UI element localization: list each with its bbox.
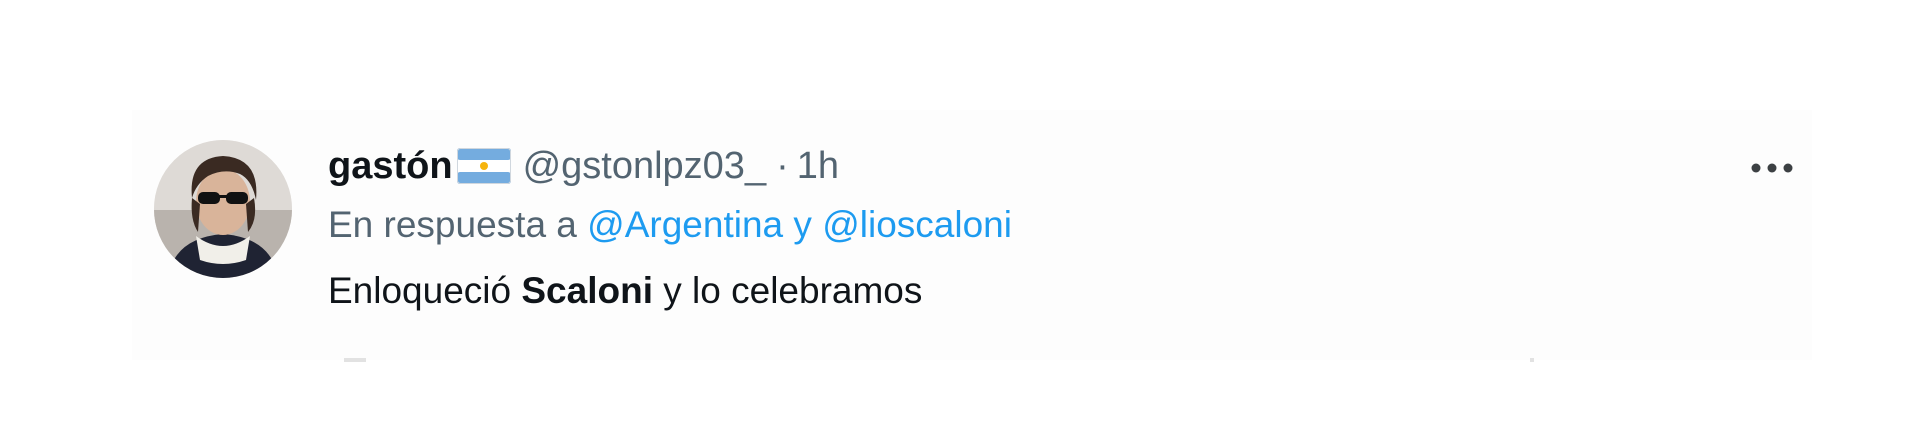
reply-prefix: En respuesta a bbox=[328, 204, 577, 245]
avatar[interactable] bbox=[154, 140, 292, 278]
display-name[interactable]: gastón bbox=[328, 145, 453, 188]
more-options-button[interactable] bbox=[1744, 150, 1800, 186]
divider-mark-right bbox=[1530, 358, 1534, 362]
tweet-header: gastón @gstonlpz03_ · 1h bbox=[328, 140, 839, 192]
more-horizontal-icon bbox=[1751, 163, 1793, 173]
reply-context: En respuesta a @Argentina y @lioscaloni bbox=[328, 204, 1012, 246]
argentina-flag-icon bbox=[456, 148, 511, 184]
reply-conjunction: y bbox=[793, 204, 812, 245]
separator-dot: · bbox=[776, 144, 789, 187]
tweet-text-bold: Scaloni bbox=[521, 270, 653, 311]
mention-link-lioscaloni[interactable]: @lioscaloni bbox=[822, 204, 1012, 245]
tweet-text: Enloqueció Scaloni y lo celebramos bbox=[328, 270, 922, 312]
user-handle[interactable]: @gstonlpz03_ bbox=[523, 145, 767, 188]
tweet-text-part-1: Enloqueció bbox=[328, 270, 512, 311]
divider-mark-left bbox=[344, 358, 366, 362]
timestamp[interactable]: 1h bbox=[797, 145, 839, 188]
tweet-text-part-2: y lo celebramos bbox=[663, 270, 923, 311]
mention-link-argentina[interactable]: @Argentina bbox=[587, 204, 783, 245]
